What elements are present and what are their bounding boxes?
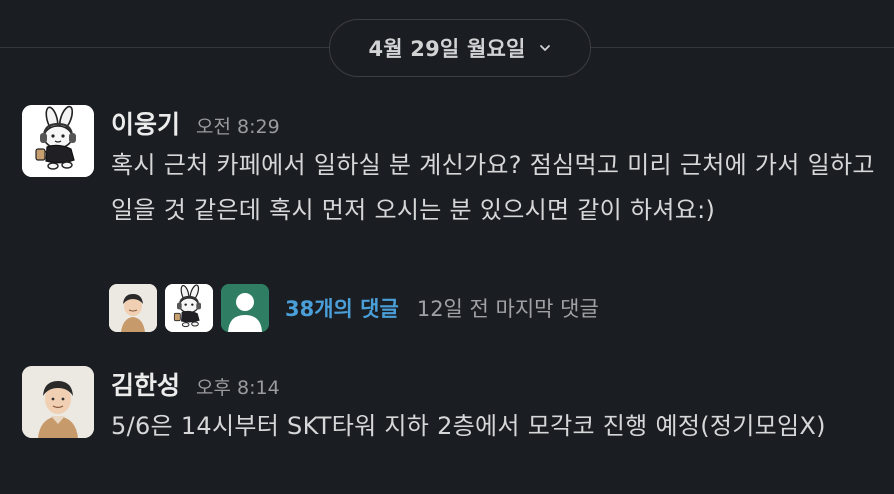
rabbit-character-avatar (165, 284, 213, 332)
person-avatar (109, 284, 157, 332)
thread-summary[interactable]: 38개의 댓글 12일 전 마지막 댓글 (109, 284, 599, 332)
chevron-down-icon (538, 41, 552, 55)
message-timestamp[interactable]: 오전 8:29 (196, 112, 280, 139)
message-text: 5/6은 14시부터 SKT타워 지하 2층에서 모각코 진행 예정(정기모임X… (111, 412, 826, 440)
message-text: 혹시 근처 카페에서 일하실 분 계신가요? 점심먹고 미리 근처에 가서 일하… (111, 151, 875, 224)
rabbit-character-avatar[interactable] (22, 105, 94, 177)
default-user-avatar (221, 284, 269, 332)
thread-reply-count-link[interactable]: 38개의 댓글 (285, 293, 399, 323)
sender-name[interactable]: 김한성 (111, 366, 180, 402)
message-timestamp[interactable]: 오후 8:14 (196, 373, 280, 400)
person-avatar[interactable] (22, 366, 94, 438)
thread-last-reply-time: 12일 전 마지막 댓글 (416, 297, 599, 321)
sender-name[interactable]: 이웅기 (111, 105, 180, 141)
date-divider-button[interactable]: 4월 29일 월요일 (329, 19, 591, 77)
date-label: 4월 29일 월요일 (368, 37, 526, 61)
